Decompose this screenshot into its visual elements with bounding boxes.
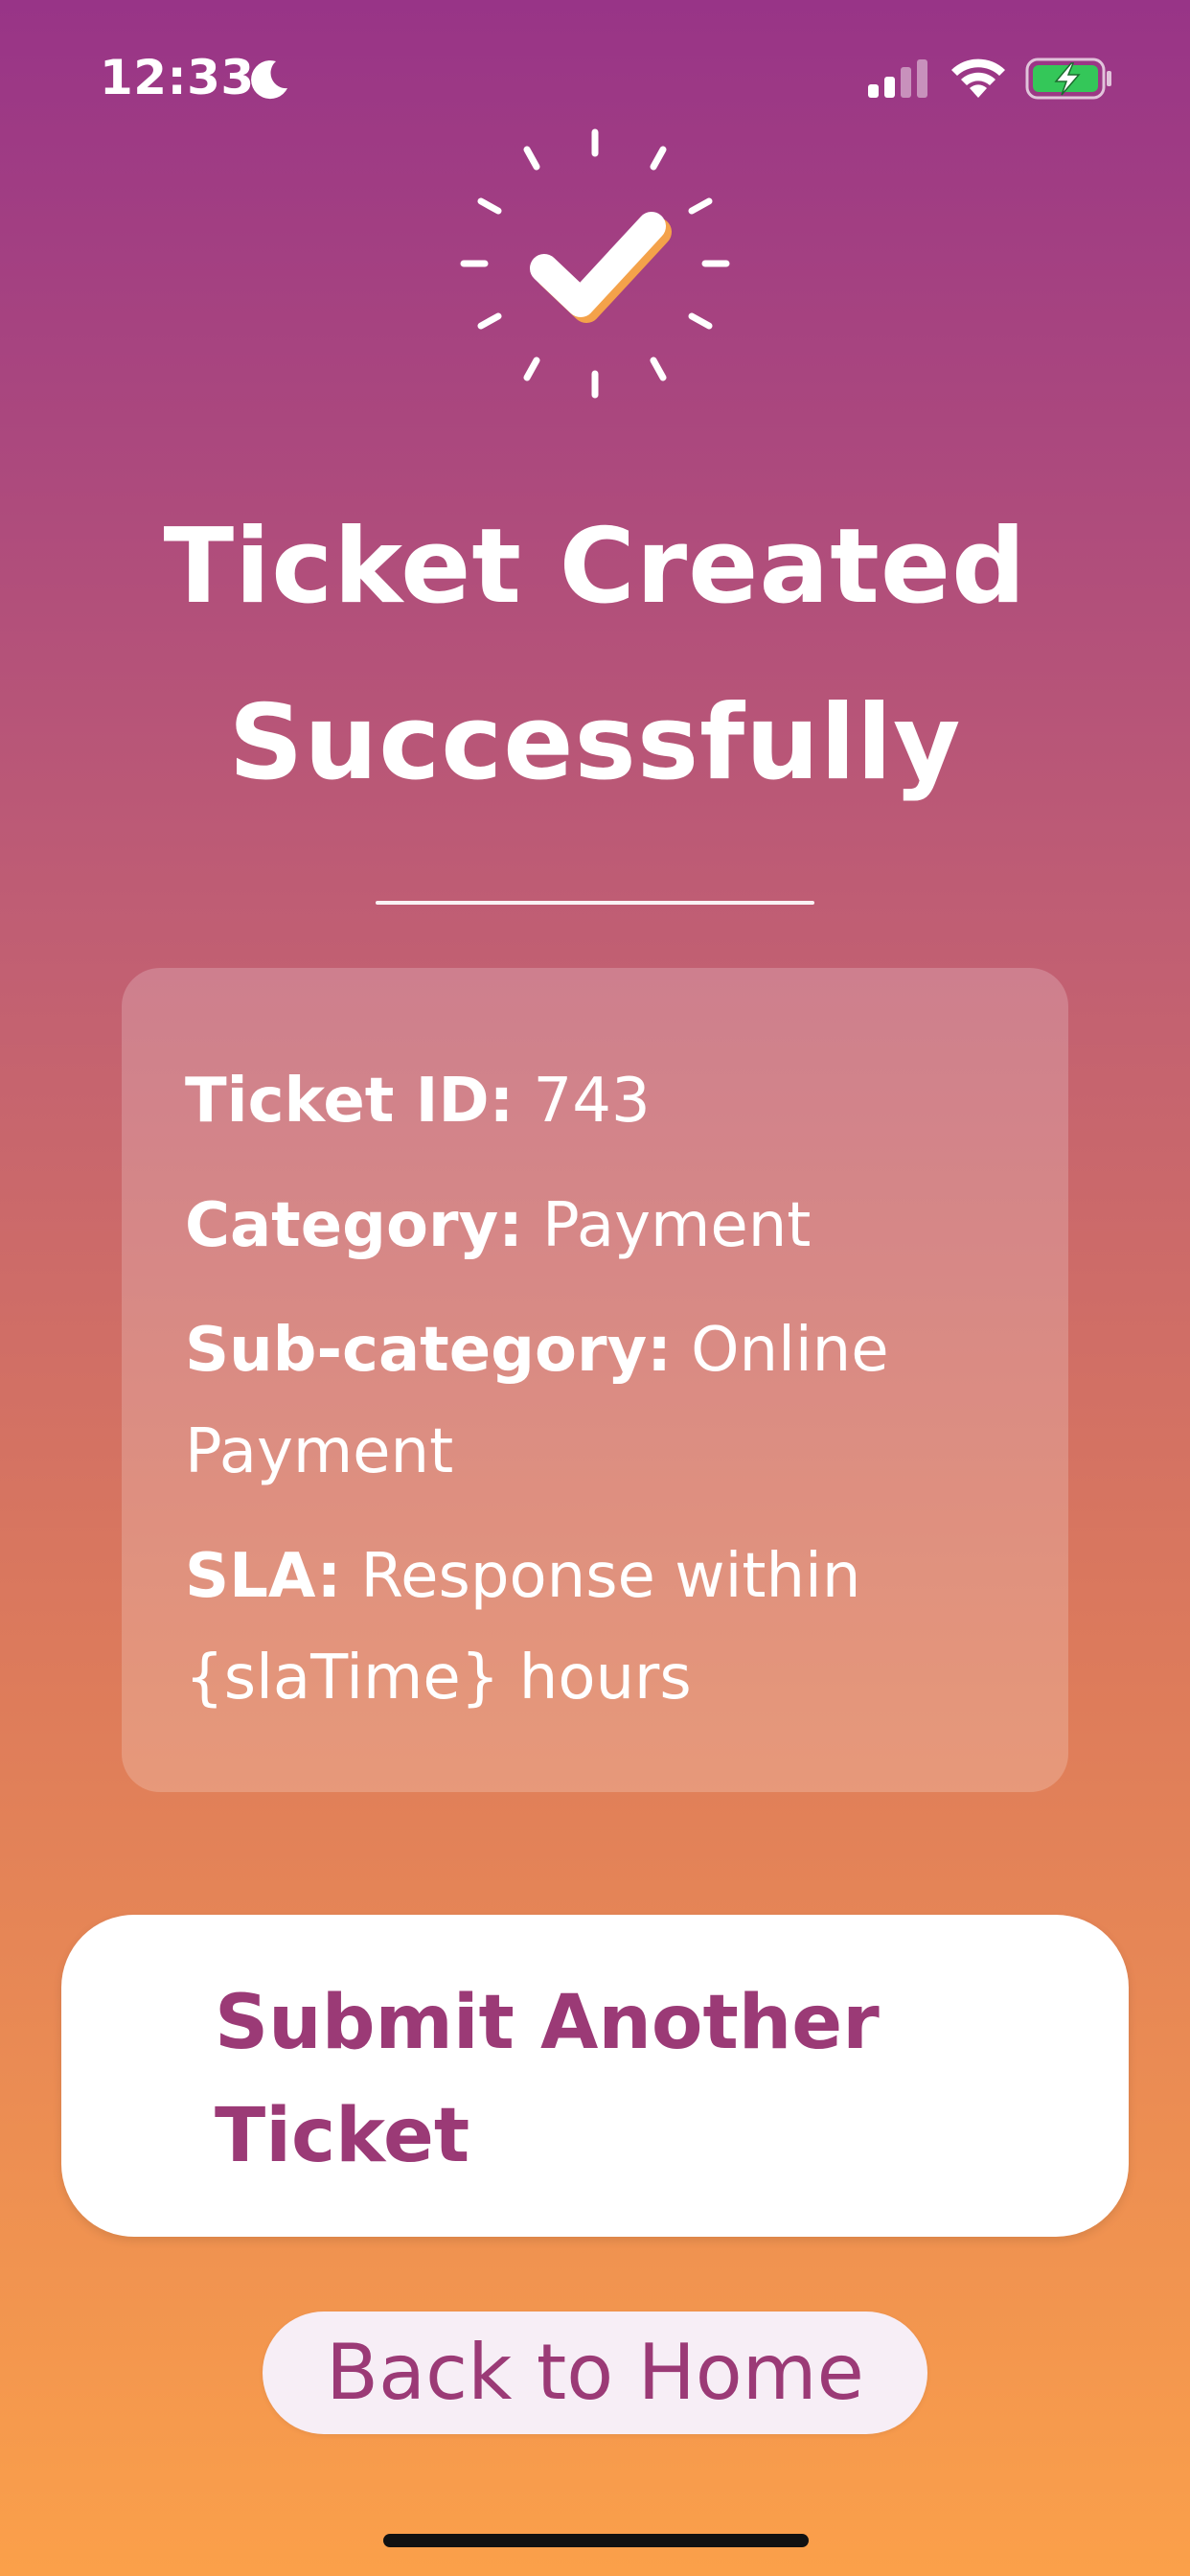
signal-icon — [868, 59, 927, 98]
page-title: Ticket Created Successfully — [57, 479, 1133, 832]
ticket-id-label: Ticket ID: — [185, 1066, 515, 1137]
ticket-id-row: Ticket ID: 743 — [185, 1050, 1011, 1152]
moon-icon — [251, 60, 287, 100]
category-value: Payment — [542, 1190, 812, 1261]
status-time: 12:33 — [100, 50, 255, 105]
page-title-line-1: Ticket Created — [163, 507, 1027, 627]
ticket-id-value: 743 — [533, 1066, 651, 1137]
subcategory-row: Sub-category: Online Payment — [185, 1300, 1011, 1503]
sla-row: SLA: Response within {slaTime} hours — [185, 1526, 1011, 1729]
category-label: Category: — [185, 1190, 523, 1261]
divider — [376, 901, 814, 905]
subcategory-label: Sub-category: — [185, 1315, 672, 1386]
home-indicator — [383, 2534, 809, 2547]
page-title-line-2: Successfully — [228, 683, 962, 803]
wifi-icon — [951, 58, 1005, 98]
submit-another-ticket-button[interactable]: Submit Another Ticket — [61, 1915, 1129, 2237]
back-to-home-button[interactable]: Back to Home — [263, 2312, 927, 2434]
ticket-details-card: Ticket ID: 743 Category: Payment Sub-cat… — [122, 968, 1068, 1792]
submit-another-ticket-label: Submit Another Ticket — [215, 1980, 880, 2179]
sla-label: SLA: — [185, 1541, 342, 1612]
check-burst-icon — [460, 128, 730, 399]
battery-charging-icon — [1025, 58, 1111, 100]
category-row: Category: Payment — [185, 1175, 1011, 1276]
